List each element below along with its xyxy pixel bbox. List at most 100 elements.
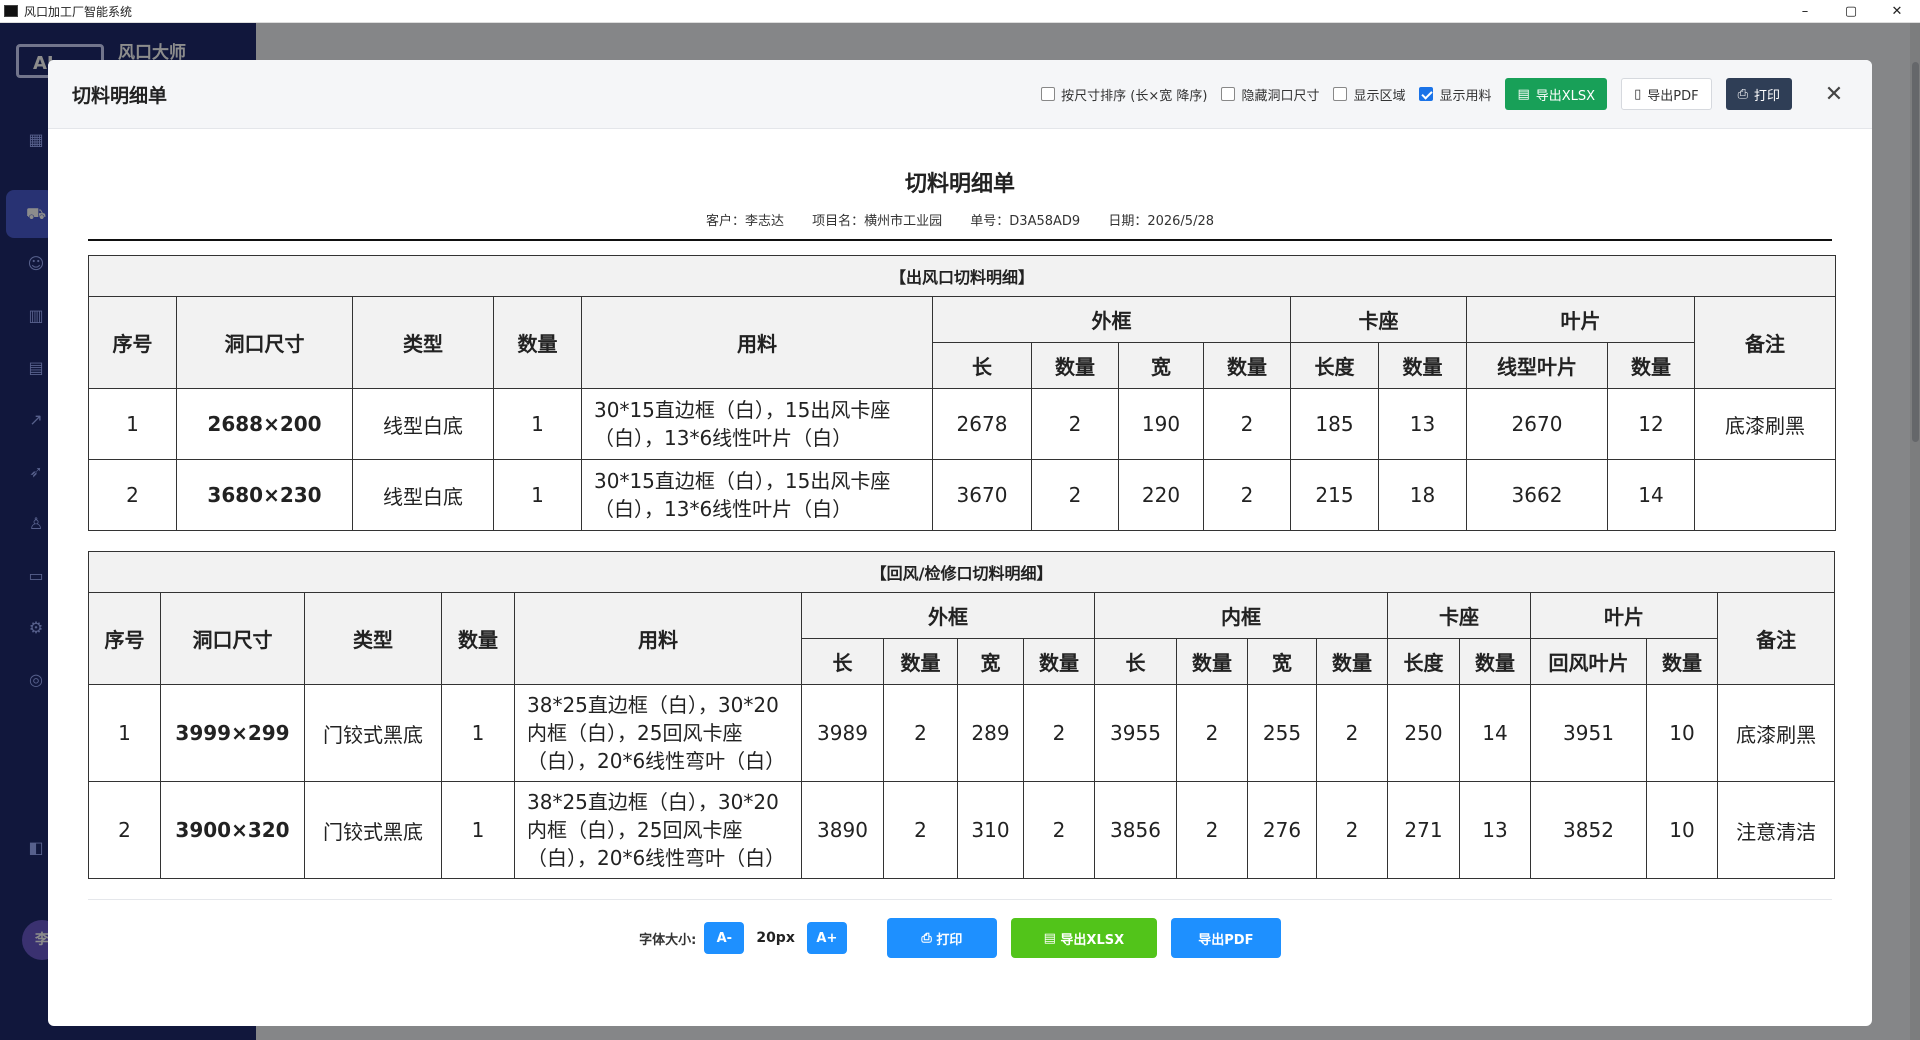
cell-inner-count: 2 [1176,781,1248,879]
cell-clip-count: 14 [1459,684,1531,782]
window-close-button[interactable]: ✕ [1874,0,1920,22]
cell-frame-count: 2 [883,684,958,782]
modal-title: 切料明细单 [72,84,168,107]
cell-frame-count: 2 [1031,388,1119,460]
cell-remark: 底漆刷黑 [1716,684,1836,782]
document-meta: 客户：李志达 项目名：横州市工业园 单号：D3A58AD9 日期：2026/5/… [88,210,1832,229]
footer-print-button[interactable]: ⎙ 打印 [886,918,997,958]
window-title: 风口加工厂智能系统 [24,4,133,19]
export-pdf-button[interactable]: ▯ 导出PDF [1621,78,1712,110]
cell-type: 门铰式黑底 [304,781,442,879]
cell-seq: 2 [88,459,177,531]
font-increase-button[interactable]: A+ [806,922,847,954]
header-opening-size: 洞口尺寸 [176,296,353,389]
maximize-button[interactable]: ▢ [1828,0,1874,22]
cell-inner-width: 255 [1247,684,1317,782]
document-area: 切料明细单 客户：李志达 项目名：横州市工业园 单号：D3A58AD9 日期：2… [87,128,1837,958]
cell-frame-count: 2 [1031,459,1119,531]
font-decrease-button[interactable]: A- [704,922,745,954]
print-button[interactable]: ⎙ 打印 [1725,78,1792,110]
cell-remark: 注意清洁 [1716,781,1836,879]
cell-frame-count: 2 [883,781,958,879]
header-inner-count: 数量 [1176,638,1248,685]
cell-frame-width: 220 [1118,459,1204,531]
cell-opening-size: 3900×320 [160,781,305,879]
cell-opening-size: 3999×299 [160,684,305,782]
header-blade-count: 数量 [1607,342,1695,389]
cell-clip-count: 18 [1378,459,1467,531]
header-outer-frame: 外框 [932,296,1291,343]
cell-material: 30*15直边框（白），15出风卡座（白），13*6线性叶片（白） [581,459,933,531]
cell-frame-width: 310 [957,781,1024,879]
cell-seq: 1 [88,684,161,782]
cell-clip-length: 185 [1290,388,1379,460]
minimize-button[interactable]: – [1782,0,1828,22]
header-clip-count: 数量 [1459,638,1531,685]
cell-type: 线型白底 [352,459,494,531]
header-clip-length: 长度 [1290,342,1379,389]
cell-opening-size: 3680×230 [176,459,353,531]
export-xlsx-button[interactable]: ▤ 导出XLSX [1505,78,1608,110]
cell-clip-count: 13 [1459,781,1531,879]
checkbox-icon[interactable] [1221,87,1236,101]
checkbox-icon[interactable] [1041,87,1056,101]
header-frame-width: 宽 [1118,342,1204,389]
show-area-checkbox[interactable]: 显示区域 [1333,85,1405,104]
header-inner-length: 长 [1094,638,1177,685]
cell-remark: 底漆刷黑 [1693,388,1837,460]
cell-material: 30*15直边框（白），15出风卡座（白），13*6线性叶片（白） [581,388,933,460]
header-type: 类型 [304,592,442,685]
cut-list-modal: 切料明细单 按尺寸排序 (长×宽 降序) 隐藏洞口尺寸 显示区域 显示用料 ▤ 导… [48,60,1872,1026]
cell-frame-count: 2 [1203,459,1291,531]
show-material-checkbox[interactable]: 显示用料 [1419,85,1491,104]
table-row: 1 2688×200 线型白底 1 30*15直边框（白），15出风卡座（白），… [88,388,1837,460]
header-seq: 序号 [88,296,177,389]
checkbox-icon[interactable] [1333,87,1348,101]
modal-header: 切料明细单 按尺寸排序 (长×宽 降序) 隐藏洞口尺寸 显示区域 显示用料 ▤ 导… [48,60,1872,129]
header-blade-count: 数量 [1646,638,1718,685]
cell-blade-count: 10 [1646,781,1718,879]
header-clip: 卡座 [1290,296,1467,343]
print-footer: 字体大小: A- 20px A+ ⎙ 打印 ▤ 导出XLSX 导出PDF [88,918,1832,958]
table-row: 1 3999×299 门铰式黑底 1 38*25直边框（白），30*20内框（白… [88,684,1836,782]
header-opening-size: 洞口尺寸 [160,592,305,685]
section-title: 【出风口切料明细】 [87,255,1837,297]
header-clip-count: 数量 [1378,342,1467,389]
footer-divider [88,899,1832,900]
cell-qty: 1 [441,781,515,879]
footer-export-pdf-button[interactable]: 导出PDF [1170,918,1281,958]
cell-frame-count: 2 [1023,781,1095,879]
app-icon [4,5,18,17]
checkbox-checked-icon[interactable] [1419,87,1434,101]
customer: 客户：李志达 [705,214,784,229]
cell-blade-length: 3852 [1530,781,1647,879]
header-type: 类型 [352,296,494,389]
header-seq: 序号 [88,592,161,685]
window-titlebar: 风口加工厂智能系统 – ▢ ✕ [0,0,1920,23]
cell-clip-length: 271 [1387,781,1460,879]
spreadsheet-icon: ▤ [1043,930,1061,946]
cell-opening-size: 2688×200 [176,388,353,460]
header-material: 用料 [581,296,933,389]
footer-export-xlsx-button[interactable]: ▤ 导出XLSX [1010,918,1157,958]
hide-opening-size-checkbox[interactable]: 隐藏洞口尺寸 [1221,85,1319,104]
modal-close-button[interactable]: ✕ [1820,82,1848,107]
header-qty: 数量 [493,296,582,389]
cell-blade-length: 3662 [1466,459,1608,531]
order-number: 单号：D3A58AD9 [970,214,1081,229]
table-row: 2 3680×230 线型白底 1 30*15直边框（白），15出风卡座（白），… [88,459,1837,531]
header-blade: 叶片 [1466,296,1695,343]
header-frame-length: 长 [932,342,1032,389]
cell-frame-width: 190 [1118,388,1204,460]
cell-inner-count: 2 [1176,684,1248,782]
cell-blade-length: 3951 [1530,684,1647,782]
header-blade: 叶片 [1530,592,1718,639]
header-frame-count: 数量 [883,638,958,685]
font-size-label: 字体大小: [639,932,697,948]
cell-material: 38*25直边框（白），30*20内框（白），25回风卡座（白），20*6线性弯… [514,781,802,879]
header-frame-count: 数量 [1203,342,1291,389]
sort-by-size-checkbox[interactable]: 按尺寸排序 (长×宽 降序) [1041,85,1207,104]
section-title: 【回风/检修口切料明细】 [87,551,1836,593]
project-name: 项目名：横州市工业园 [812,214,943,229]
spreadsheet-icon: ▤ [1517,86,1530,102]
